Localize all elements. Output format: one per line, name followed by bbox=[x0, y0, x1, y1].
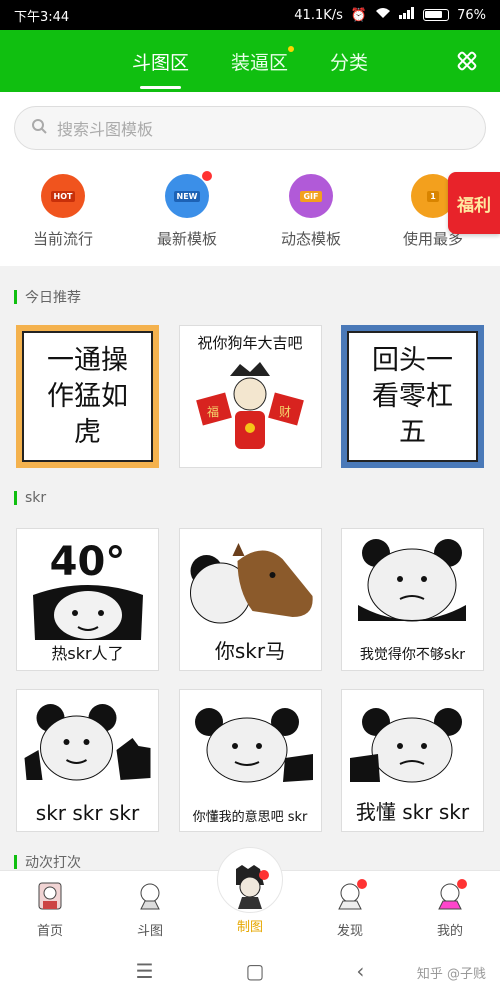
meme-card[interactable]: 祝你狗年大吉吧 福 财 bbox=[178, 325, 322, 468]
section-title: skr bbox=[14, 490, 46, 506]
quick-link-label: 动态模板 bbox=[280, 230, 341, 248]
me-avatar-icon bbox=[438, 879, 467, 910]
nav-label: 制图 bbox=[236, 920, 263, 935]
network-speed: 41.1K/s bbox=[294, 7, 343, 23]
gif-icon: GIF bbox=[289, 174, 333, 218]
meme-text: 回头一 看零杠五 bbox=[347, 331, 478, 462]
meme-card[interactable]: 回头一 看零杠五 bbox=[341, 325, 484, 468]
panda-face-image bbox=[195, 708, 313, 783]
horse-mask-image bbox=[190, 543, 313, 624]
search-area: 搜索斗图模板 bbox=[0, 92, 500, 164]
tab-label: 分类 bbox=[330, 51, 369, 74]
panda-face-image bbox=[32, 585, 143, 640]
signal-icon bbox=[399, 7, 415, 23]
meme-caption: 祝你狗年大吉吧 bbox=[197, 334, 303, 352]
nav-label: 斗图 bbox=[136, 924, 163, 939]
hot-icon: HOT bbox=[41, 174, 85, 218]
search-placeholder: 搜索斗图模板 bbox=[57, 120, 154, 139]
meme-text: 一通操 作猛如虎 bbox=[22, 331, 153, 462]
meme-card[interactable]: 我觉得你不够skr bbox=[341, 528, 484, 671]
tab-label: 装逼区 bbox=[230, 51, 288, 74]
svg-text:财: 财 bbox=[279, 405, 291, 419]
tab-doutu[interactable]: 斗图区 bbox=[131, 44, 189, 89]
recommend-grid: 一通操 作猛如虎 祝你狗年大吉吧 福 财 回头一 看零杠五 bbox=[16, 325, 484, 468]
nav-label: 首页 bbox=[36, 924, 63, 939]
section-title: 动次打次 bbox=[14, 852, 81, 872]
nav-label: 我的 bbox=[436, 924, 463, 939]
bottom-nav: 首页 斗图 制图 发现 我的 bbox=[0, 847, 500, 942]
quick-links: HOT 当前流行 NEW 最新模板 GIF 动态模板 1 使用最多 bbox=[0, 164, 500, 266]
alarm-icon: ⏰ bbox=[350, 7, 368, 23]
meme-card[interactable]: 你懂我的意思吧 skr bbox=[178, 689, 322, 832]
promo-button[interactable]: 福利 bbox=[448, 172, 500, 234]
meme-caption: 我懂 skr skr bbox=[355, 800, 470, 824]
home-square-icon[interactable]: ▢ bbox=[246, 959, 265, 983]
top-header: 斗图区 装逼区 分类 bbox=[0, 30, 500, 92]
panda-thumbs-up-image bbox=[24, 704, 150, 781]
tools-icon[interactable] bbox=[454, 48, 480, 74]
doutu-avatar-icon bbox=[140, 883, 160, 910]
status-time: 下午3:44 bbox=[14, 9, 70, 25]
meme-card[interactable]: 我懂 skr skr bbox=[341, 689, 484, 832]
top-tabs: 斗图区 装逼区 分类 bbox=[131, 44, 368, 89]
skr-grid-row2: skr skr skr 你懂我的意思吧 skr 我懂 skr skr bbox=[16, 689, 484, 832]
notification-dot bbox=[201, 170, 213, 182]
new-icon: NEW bbox=[165, 170, 213, 218]
meme-caption: 我觉得你不够skr bbox=[359, 647, 466, 663]
meme-card[interactable]: skr skr skr bbox=[16, 689, 159, 832]
menu-icon[interactable]: ☰ bbox=[136, 959, 154, 983]
svg-text:福: 福 bbox=[207, 404, 219, 419]
nav-make[interactable]: 制图 bbox=[200, 847, 300, 942]
nav-discover[interactable]: 发现 bbox=[300, 871, 400, 942]
quick-link-gif[interactable]: GIF 动态模板 bbox=[256, 174, 366, 249]
watermark: 知乎 @子贱 bbox=[416, 967, 486, 982]
meme-card[interactable]: 你skr马 bbox=[178, 528, 322, 671]
skr-grid-row1: 40° 热skr人了 你skr马 我觉得你不够skr bbox=[16, 528, 484, 671]
quick-link-label: 最新模板 bbox=[156, 230, 217, 248]
make-avatar-icon bbox=[236, 865, 269, 909]
quick-link-popular[interactable]: HOT 当前流行 bbox=[8, 174, 118, 249]
panda-face-image bbox=[357, 539, 466, 622]
dog-year-meme-image: 福 财 bbox=[196, 362, 304, 449]
system-nav-bar: ☰ ▢ ‹ 知乎 @子贱 bbox=[0, 942, 500, 1000]
search-icon bbox=[31, 118, 47, 138]
tab-zhuangbi[interactable]: 装逼区 bbox=[230, 44, 294, 79]
meme-caption: skr skr skr bbox=[35, 801, 140, 825]
meme-card[interactable]: 40° 热skr人了 bbox=[16, 528, 159, 671]
status-bar: 下午3:44 41.1K/s ⏰ 76% bbox=[0, 0, 500, 30]
meme-card[interactable]: 一通操 作猛如虎 bbox=[16, 325, 159, 468]
home-avatar-icon bbox=[38, 882, 62, 910]
search-input[interactable]: 搜索斗图模板 bbox=[14, 106, 486, 150]
tab-category[interactable]: 分类 bbox=[330, 44, 368, 79]
meme-caption: 热skr人了 bbox=[51, 644, 124, 663]
back-icon[interactable]: ‹ bbox=[356, 959, 364, 983]
wifi-icon bbox=[375, 7, 391, 23]
panda-face-image bbox=[349, 708, 462, 783]
meme-big-text: 40° bbox=[49, 539, 126, 585]
nav-home[interactable]: 首页 bbox=[0, 871, 100, 942]
nav-me[interactable]: 我的 bbox=[400, 871, 500, 942]
meme-caption: 你懂我的意思吧 skr bbox=[192, 810, 308, 825]
new-dot bbox=[288, 45, 294, 52]
nav-doutu[interactable]: 斗图 bbox=[100, 871, 200, 942]
battery-icon bbox=[423, 9, 450, 21]
section-title: 今日推荐 bbox=[14, 287, 81, 307]
discover-avatar-icon bbox=[338, 879, 367, 910]
meme-caption: 你skr马 bbox=[214, 639, 286, 663]
quick-link-label: 当前流行 bbox=[32, 230, 93, 248]
battery-level: 76% bbox=[457, 7, 486, 23]
tab-label: 斗图区 bbox=[131, 51, 189, 74]
nav-label: 发现 bbox=[336, 924, 363, 939]
quick-link-newest[interactable]: NEW 最新模板 bbox=[132, 170, 242, 249]
